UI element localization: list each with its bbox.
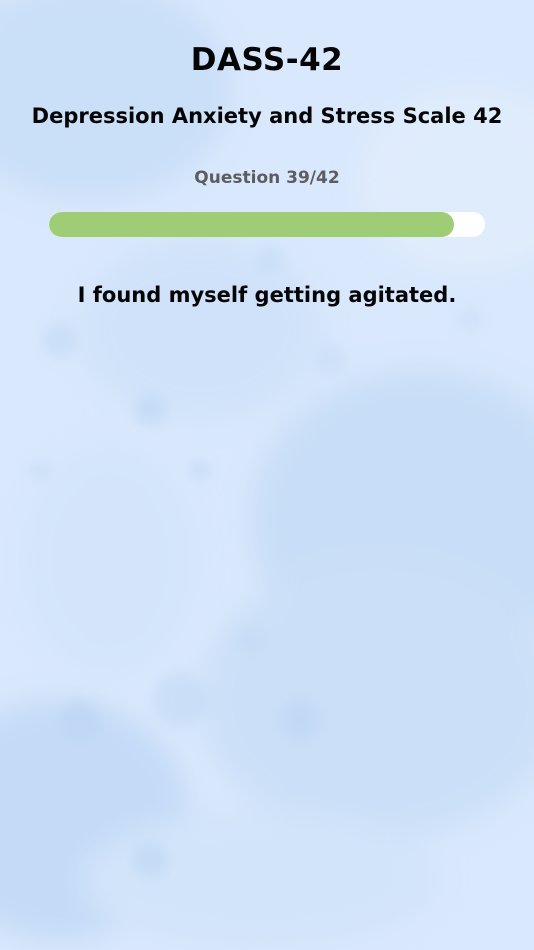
question-text: I found myself getting agitated.: [77, 283, 457, 307]
progress-bar-fill: [49, 212, 454, 237]
app-title: DASS-42: [190, 42, 344, 78]
question-counter: Question 39/42: [194, 168, 340, 188]
progress-bar: [49, 212, 485, 237]
quiz-screen: DASS-42 Depression Anxiety and Stress Sc…: [0, 0, 534, 950]
app-subtitle: Depression Anxiety and Stress Scale 42: [31, 104, 503, 128]
